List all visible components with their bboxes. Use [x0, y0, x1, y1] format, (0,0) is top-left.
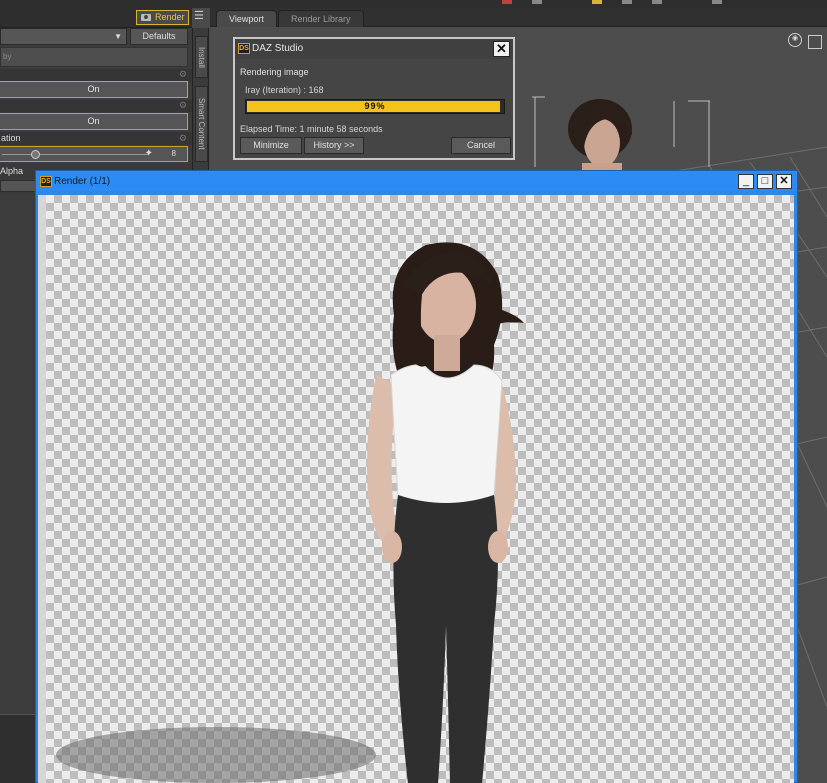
camera-icon: [141, 14, 151, 21]
panel-footer: [0, 714, 40, 783]
top-toolbar-strip: [192, 0, 827, 8]
toolbar-icon[interactable]: [502, 0, 512, 4]
render-button-label: Render: [155, 12, 185, 22]
slider-track: [2, 154, 149, 155]
minimize-button[interactable]: Minimize: [240, 137, 302, 154]
daz-logo-icon: DS: [40, 176, 52, 187]
preset-dropdown[interactable]: ▼: [0, 28, 127, 45]
tab-viewport[interactable]: Viewport: [216, 10, 277, 27]
tab-install[interactable]: Install: [195, 36, 208, 78]
toolbar-icon[interactable]: [622, 0, 632, 4]
minimize-window-button[interactable]: _: [738, 174, 754, 189]
render-window-title: Render (1/1): [54, 176, 111, 187]
gear-icon[interactable]: ⚙: [179, 133, 187, 144]
iteration-text: Iray (Iteration) : 168: [245, 85, 324, 95]
camera-control-icon[interactable]: ◉: [788, 33, 802, 47]
maximize-window-button[interactable]: □: [757, 174, 773, 189]
toggle-on-1[interactable]: On: [0, 81, 188, 98]
render-canvas: [46, 195, 794, 783]
section-bar: ⚙: [0, 69, 192, 81]
defaults-button[interactable]: Defaults: [130, 28, 188, 45]
alpha-label: Alpha: [0, 166, 24, 176]
dropdown-arrow-icon: ▼: [114, 32, 122, 41]
toolbar-icon[interactable]: [592, 0, 602, 4]
rendered-figure: [56, 242, 524, 783]
render-window: DS Render (1/1) _ □ ✕: [35, 170, 798, 783]
alpha-field[interactable]: [0, 180, 38, 192]
gear-icon[interactable]: ⚙: [179, 100, 187, 111]
close-window-button[interactable]: ✕: [776, 174, 792, 189]
cancel-button[interactable]: Cancel: [451, 137, 511, 154]
history-button[interactable]: History >>: [304, 137, 364, 154]
dialog-titlebar[interactable]: DS DAZ Studio ✕: [235, 39, 513, 59]
slider-label: ation: [1, 133, 21, 143]
render-window-border: [38, 195, 46, 783]
daz-logo-icon: DS: [238, 43, 250, 54]
elapsed-time: Elapsed Time: 1 minute 58 seconds: [240, 124, 383, 134]
render-status-text: Rendering image: [240, 67, 309, 77]
progress-percent: 99%: [364, 101, 386, 111]
slider-value: 8: [171, 149, 176, 158]
dialog-title: DAZ Studio: [252, 43, 304, 54]
menu-icon[interactable]: ☰: [194, 9, 204, 22]
gear-icon[interactable]: ⚙: [179, 69, 187, 80]
filter-input[interactable]: by: [0, 47, 188, 67]
slider-knob[interactable]: [31, 150, 40, 159]
render-progress-bar: 99%: [245, 99, 505, 114]
close-icon: ✕: [496, 41, 507, 56]
iteration-slider[interactable]: ✦ 8: [0, 146, 188, 162]
render-button[interactable]: Render: [136, 10, 189, 25]
toggle-on-2[interactable]: On: [0, 113, 188, 130]
toolbar-icon[interactable]: [652, 0, 662, 4]
tab-render-library[interactable]: Render Library: [278, 10, 364, 27]
panel-header: Render: [0, 0, 192, 28]
slider-label-row: ation ⚙: [0, 132, 192, 145]
viewport-tabbar: Viewport Render Library: [210, 8, 827, 27]
plus-icon[interactable]: ✦: [145, 148, 153, 159]
viewport-layout-icon[interactable]: [808, 35, 822, 49]
section-bar: ⚙: [0, 100, 192, 112]
toolbar-icon[interactable]: [532, 0, 542, 4]
render-progress-dialog: DS DAZ Studio ✕ Rendering image Iray (It…: [233, 37, 515, 160]
tab-smart-content[interactable]: Smart Content: [195, 86, 208, 162]
viewport-figure: [568, 99, 632, 177]
close-button[interactable]: ✕: [493, 41, 510, 57]
toolbar-icon[interactable]: [712, 0, 722, 4]
render-window-titlebar[interactable]: DS Render (1/1) _ □ ✕: [36, 171, 797, 191]
